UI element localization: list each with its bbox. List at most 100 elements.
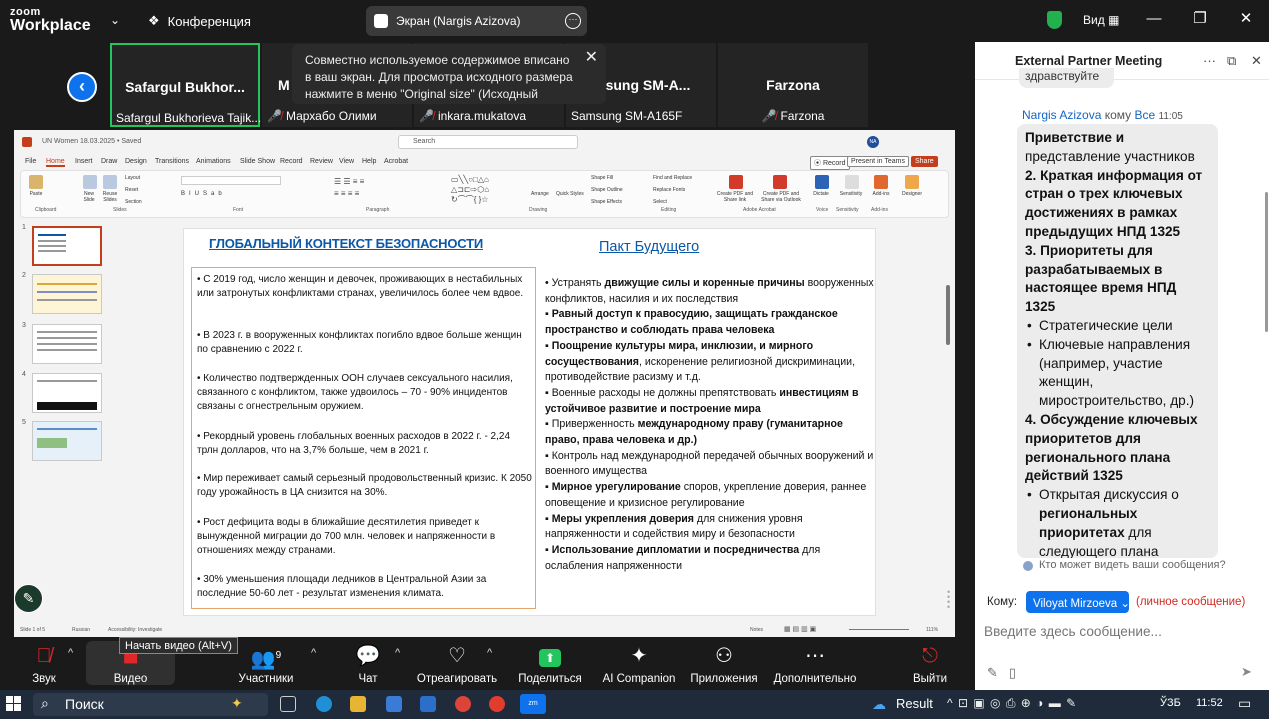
accessibility-indicator[interactable]: Accessibility: Investigate — [108, 627, 162, 633]
shapes-gallery[interactable]: ▭╲╲○□△⌂ △⊐⊏⇨⬡⌂ ↻⌒⌒{ }☆ — [451, 175, 531, 204]
close-icon[interactable]: ✕ — [1251, 53, 1262, 69]
screen-share-indicator[interactable]: Экран (Nargis Azizova) ··· — [366, 6, 587, 36]
chevron-up-icon[interactable]: ^ — [311, 647, 316, 659]
sender-name[interactable]: Nargis Azizova — [1022, 108, 1101, 122]
scrollbar[interactable] — [1265, 192, 1268, 332]
chat-button[interactable]: 💬 Чат — [350, 641, 386, 685]
clock[interactable]: 11:52 — [1196, 697, 1223, 709]
quick-styles-button[interactable]: Quick Styles — [556, 191, 584, 197]
who-can-see-link[interactable]: Кто может видеть ваши сообщения? — [1039, 559, 1226, 571]
avatar[interactable]: NA — [867, 136, 879, 148]
shield-icon[interactable] — [1047, 11, 1062, 29]
chevron-up-icon[interactable]: ^ — [68, 647, 73, 659]
create-pdf-outlook[interactable]: Create PDF and Share via Outlook — [756, 191, 806, 203]
chrome-icon[interactable] — [455, 696, 471, 712]
result-widget[interactable]: Result — [896, 696, 933, 711]
dictate-icon[interactable] — [815, 175, 829, 189]
create-pdf-share-link[interactable]: Create PDF and Share link — [714, 191, 756, 203]
task-view-icon[interactable] — [280, 696, 296, 712]
pdf-outlook-icon[interactable] — [773, 175, 787, 189]
zoom-taskbar-icon[interactable]: zm — [520, 694, 546, 714]
participants-button[interactable]: 👥9 Участники — [232, 641, 300, 685]
tab-view[interactable]: View — [339, 158, 354, 165]
minimize-icon[interactable]: — — [1131, 0, 1177, 38]
tab-help[interactable]: Help — [362, 158, 376, 165]
slide-thumbnail[interactable] — [32, 274, 102, 314]
reset-button[interactable]: Reset — [125, 187, 138, 193]
replace-fonts-button[interactable]: Replace Fonts — [653, 187, 685, 193]
sensitivity-icon[interactable] — [845, 175, 859, 189]
slide-thumbnail[interactable] — [32, 226, 102, 266]
share-button[interactable]: Share — [911, 156, 938, 167]
taskbar-search[interactable]: ⌕ Поиск ✦ — [33, 693, 268, 716]
tab-draw[interactable]: Draw — [101, 158, 117, 165]
scrollbar[interactable] — [946, 285, 950, 345]
slide-thumbnail[interactable] — [32, 421, 102, 461]
tab-design[interactable]: Design — [125, 158, 147, 165]
mail-icon[interactable] — [420, 696, 436, 712]
view-button[interactable]: Вид ▦ — [1083, 13, 1119, 27]
format-icon[interactable]: ✎ — [987, 665, 998, 680]
store-icon[interactable] — [386, 696, 402, 712]
paragraph-buttons[interactable]: ☰ ☰ ≡ ≡ ≡ ≡ ≡ ≡ — [334, 176, 414, 202]
tab-acrobat[interactable]: Acrobat — [384, 158, 408, 165]
drag-handle-icon[interactable]: • • • • — [947, 588, 950, 612]
more-button[interactable]: ⋯ Дополнительно — [770, 641, 860, 685]
language-indicator[interactable]: ЎЗБ — [1160, 697, 1181, 709]
tab-record[interactable]: Record — [280, 158, 303, 165]
windows-start-icon[interactable] — [6, 696, 22, 712]
slide-thumbnail[interactable] — [32, 373, 102, 413]
arrange-button[interactable]: Arrange — [531, 191, 549, 197]
share-screen-button[interactable]: ⬆ Поделиться — [516, 641, 584, 685]
ai-companion-button[interactable]: ✦ AI Companion — [600, 641, 678, 685]
annotate-pen-button[interactable]: ✎ — [14, 584, 43, 613]
left-text-box[interactable]: • С 2019 год, число женщин и девочек, пр… — [191, 267, 536, 609]
layout-button[interactable]: Layout — [125, 175, 140, 181]
close-icon[interactable]: ✕ — [1223, 0, 1269, 38]
slide-thumbnail[interactable] — [32, 324, 102, 364]
slide-canvas[interactable]: ГЛОБАЛЬНЫЙ КОНТЕКСТ БЕЗОПАСНОСТИ Пакт Бу… — [183, 228, 876, 616]
record-button[interactable]: ⦿ Record — [810, 156, 850, 170]
notifications-icon[interactable]: ▭ — [1238, 695, 1251, 712]
leave-button[interactable]: ⎋ Выйти — [908, 641, 952, 685]
chevron-up-icon[interactable]: ^ — [487, 647, 492, 659]
chevron-down-icon[interactable]: ⌄ — [110, 13, 120, 27]
edge-icon[interactable] — [316, 696, 332, 712]
conference-button[interactable]: ❖ Конференция — [148, 13, 251, 29]
select-button[interactable]: Select — [653, 199, 667, 205]
tab-transitions[interactable]: Transitions — [155, 158, 189, 165]
participant-tile[interactable]: Farzona 🎤̸ Farzona — [718, 43, 868, 127]
shape-outline-button[interactable]: Shape Outline — [591, 187, 623, 193]
more-options-icon[interactable]: ··· — [565, 13, 581, 29]
tab-home[interactable]: Home — [46, 158, 65, 167]
view-buttons[interactable]: ▦ ▤ ▥ ▣ — [784, 625, 816, 633]
participant-tile[interactable]: Safargul Bukhor... Safargul Bukhorieva T… — [110, 43, 261, 127]
tab-review[interactable]: Review — [310, 158, 333, 165]
add-ins-icon[interactable] — [874, 175, 888, 189]
file-icon[interactable]: ▯ — [1009, 665, 1016, 680]
find-replace-button[interactable]: Find and Replace — [653, 175, 692, 181]
tab-animations[interactable]: Animations — [196, 158, 231, 165]
font-format-buttons[interactable]: BIUSab — [181, 191, 226, 197]
shape-effects-button[interactable]: Shape Effects — [591, 199, 622, 205]
notes-button[interactable]: Notes — [750, 627, 763, 633]
paste-icon[interactable] — [29, 175, 43, 189]
right-text-column[interactable]: • Устранять движущие силы и коренные при… — [545, 276, 875, 574]
popout-icon[interactable]: ⧉ — [1227, 53, 1236, 69]
send-icon[interactable]: ➤ — [1241, 664, 1252, 680]
tab-insert[interactable]: Insert — [75, 158, 93, 165]
section-button[interactable]: Section — [125, 199, 142, 205]
zoom-slider[interactable] — [849, 629, 909, 630]
recipient-select[interactable]: Viloyat Mirzoeva ⌄ — [1026, 591, 1130, 613]
audio-button[interactable]: 🎙̸ Звук — [22, 641, 66, 685]
shape-fill-button[interactable]: Shape Fill — [591, 175, 613, 181]
apps-button[interactable]: ⚇ Приложения — [688, 641, 760, 685]
prev-page-button[interactable]: ‹ — [67, 72, 97, 102]
tab-slide-show[interactable]: Slide Show — [240, 158, 275, 165]
new-slide-icon[interactable] — [83, 175, 97, 189]
message-input[interactable] — [984, 621, 1264, 641]
present-in-teams-button[interactable]: Present in Teams — [847, 156, 909, 167]
yandex-icon[interactable] — [489, 696, 505, 712]
reuse-slides-icon[interactable] — [103, 175, 117, 189]
chevron-up-icon[interactable]: ^ — [395, 647, 400, 659]
